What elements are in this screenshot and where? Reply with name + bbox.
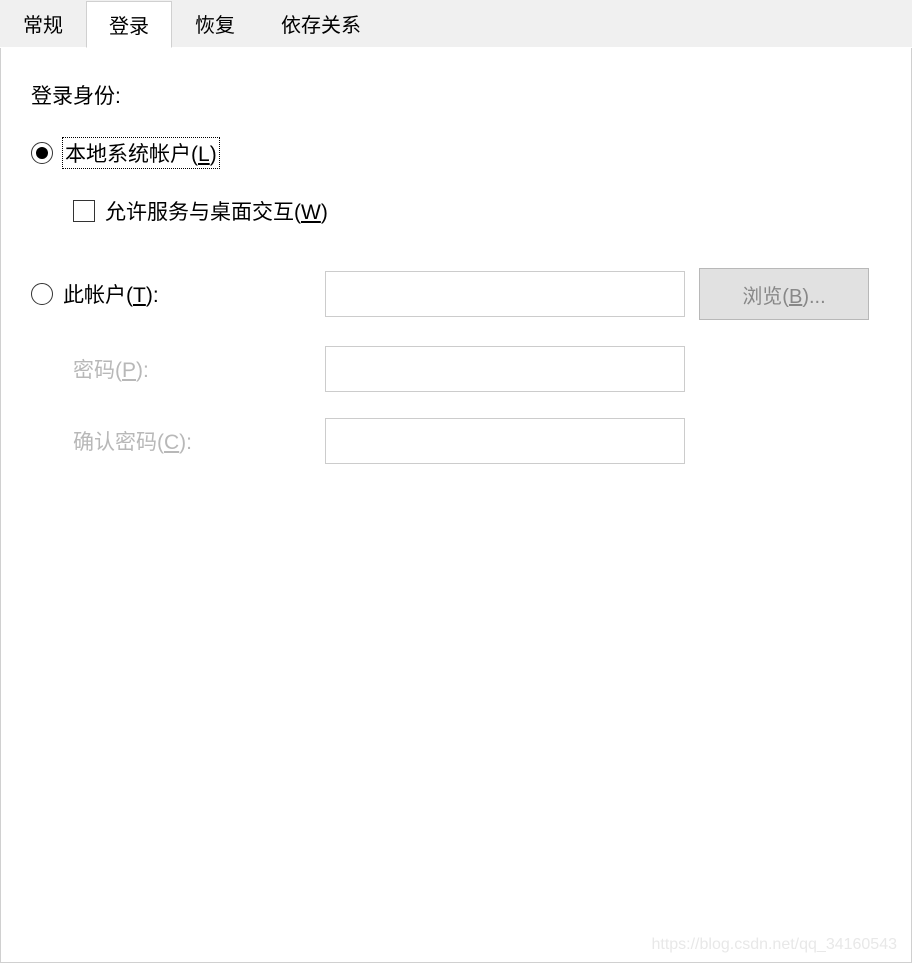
radio-local-system[interactable]: 本地系统帐户(L) — [31, 138, 881, 168]
tab-login[interactable]: 登录 — [86, 1, 172, 48]
checkbox-icon — [73, 200, 95, 222]
watermark: https://blog.csdn.net/qq_34160543 — [651, 936, 897, 954]
account-form: 此帐户(T): 浏览(B)... 密码(P): 确认密码(C): — [31, 268, 881, 464]
password-label: 密码(P): — [31, 354, 311, 384]
radio-this-account-label: 此帐户(T): — [63, 279, 159, 309]
confirm-password-label: 确认密码(C): — [31, 426, 311, 456]
confirm-password-input[interactable] — [325, 418, 685, 464]
radio-local-system-label: 本地系统帐户(L) — [63, 138, 219, 168]
checkbox-allow-desktop[interactable]: 允许服务与桌面交互(W) — [73, 196, 881, 226]
radio-icon — [31, 283, 53, 305]
login-as-label: 登录身份: — [31, 80, 881, 110]
password-input[interactable] — [325, 346, 685, 392]
tab-bar: 常规 登录 恢复 依存关系 — [0, 0, 912, 48]
radio-this-account[interactable]: 此帐户(T): — [31, 279, 311, 309]
tab-general[interactable]: 常规 — [0, 0, 86, 47]
radio-icon — [31, 142, 53, 164]
account-input[interactable] — [325, 271, 685, 317]
browse-button[interactable]: 浏览(B)... — [699, 268, 869, 320]
tab-dependencies[interactable]: 依存关系 — [258, 0, 384, 47]
checkbox-allow-desktop-label: 允许服务与桌面交互(W) — [105, 196, 328, 226]
login-panel: 登录身份: 本地系统帐户(L) 允许服务与桌面交互(W) 此帐户(T): 浏览(… — [0, 48, 912, 963]
tab-recovery[interactable]: 恢复 — [172, 0, 258, 47]
